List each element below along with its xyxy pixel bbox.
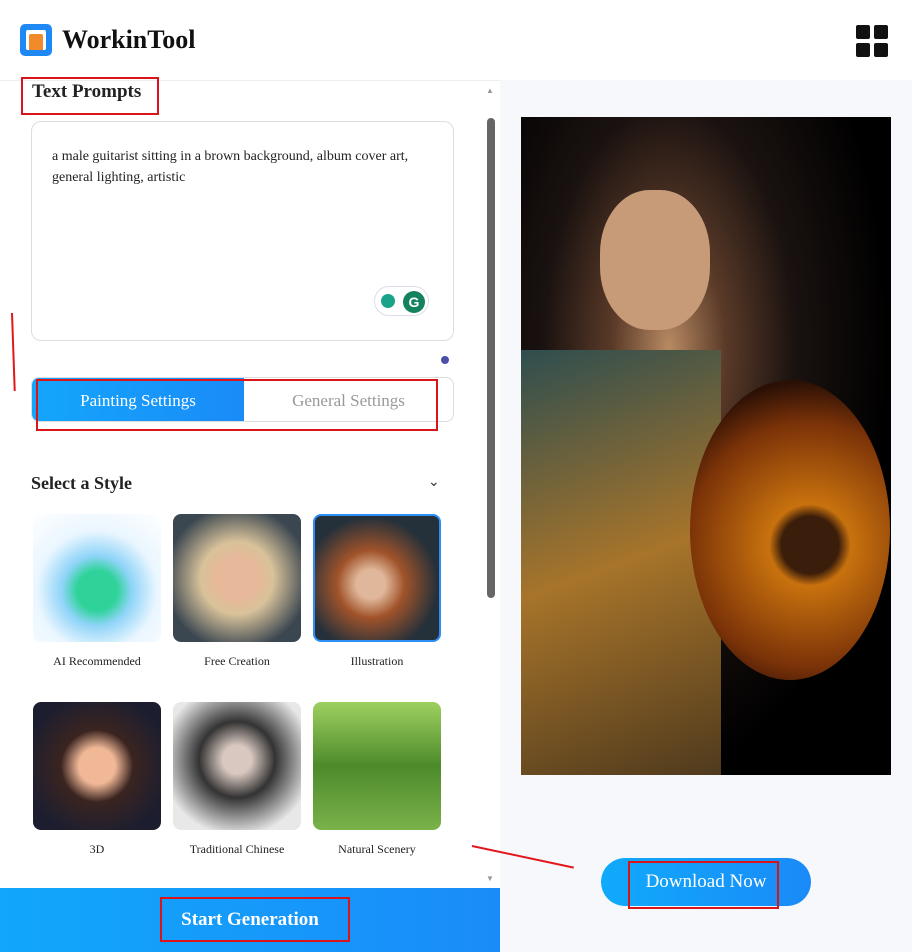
style-thumbnail: [33, 702, 161, 830]
generated-image-figure: [521, 350, 721, 775]
style-free-creation[interactable]: Free Creation: [173, 514, 301, 669]
style-thumbnail: [313, 702, 441, 830]
style-label: Traditional Chinese: [189, 842, 285, 856]
lightbulb-icon: [381, 294, 395, 308]
annotation-box: [21, 77, 159, 115]
style-label: Illustration: [350, 654, 404, 668]
annotation-box: [160, 897, 350, 942]
style-thumbnail: [173, 514, 301, 642]
scrollbar-thumb[interactable]: [487, 118, 495, 598]
scroll-up-arrow[interactable]: ▲: [486, 86, 494, 95]
style-thumbnail: [313, 514, 441, 642]
grid-apps-icon[interactable]: [856, 25, 888, 57]
brand-name: WorkinTool: [62, 25, 196, 54]
style-label: AI Recommended: [53, 654, 141, 668]
generated-image-face: [600, 190, 710, 330]
chevron-down-icon[interactable]: ⌄: [428, 474, 440, 490]
grammarly-widget[interactable]: G: [374, 286, 429, 316]
annotation-box: [628, 861, 779, 909]
annotation-box: [36, 379, 438, 431]
style-thumbnail: [173, 702, 301, 830]
scroll-down-arrow[interactable]: ▼: [486, 874, 494, 883]
style-label: 3D: [89, 842, 105, 856]
style-illustration[interactable]: Illustration: [313, 514, 441, 669]
style-label: Natural Scenery: [338, 842, 416, 856]
generated-image-guitar: [690, 380, 890, 680]
header: WorkinTool: [0, 0, 912, 80]
workintool-logo: [20, 24, 52, 56]
grammarly-icon[interactable]: G: [403, 291, 425, 313]
style-label: Free Creation: [204, 654, 270, 668]
style-natural-scenery[interactable]: Natural Scenery: [313, 702, 441, 857]
style-3d[interactable]: 3D: [33, 702, 161, 857]
style-ai-recommended[interactable]: AI Recommended: [33, 514, 161, 669]
indicator-dot: [441, 356, 449, 364]
style-traditional-chinese[interactable]: Traditional Chinese: [173, 702, 301, 857]
style-thumbnail: [33, 514, 161, 642]
select-style-title: Select a Style: [31, 473, 132, 493]
